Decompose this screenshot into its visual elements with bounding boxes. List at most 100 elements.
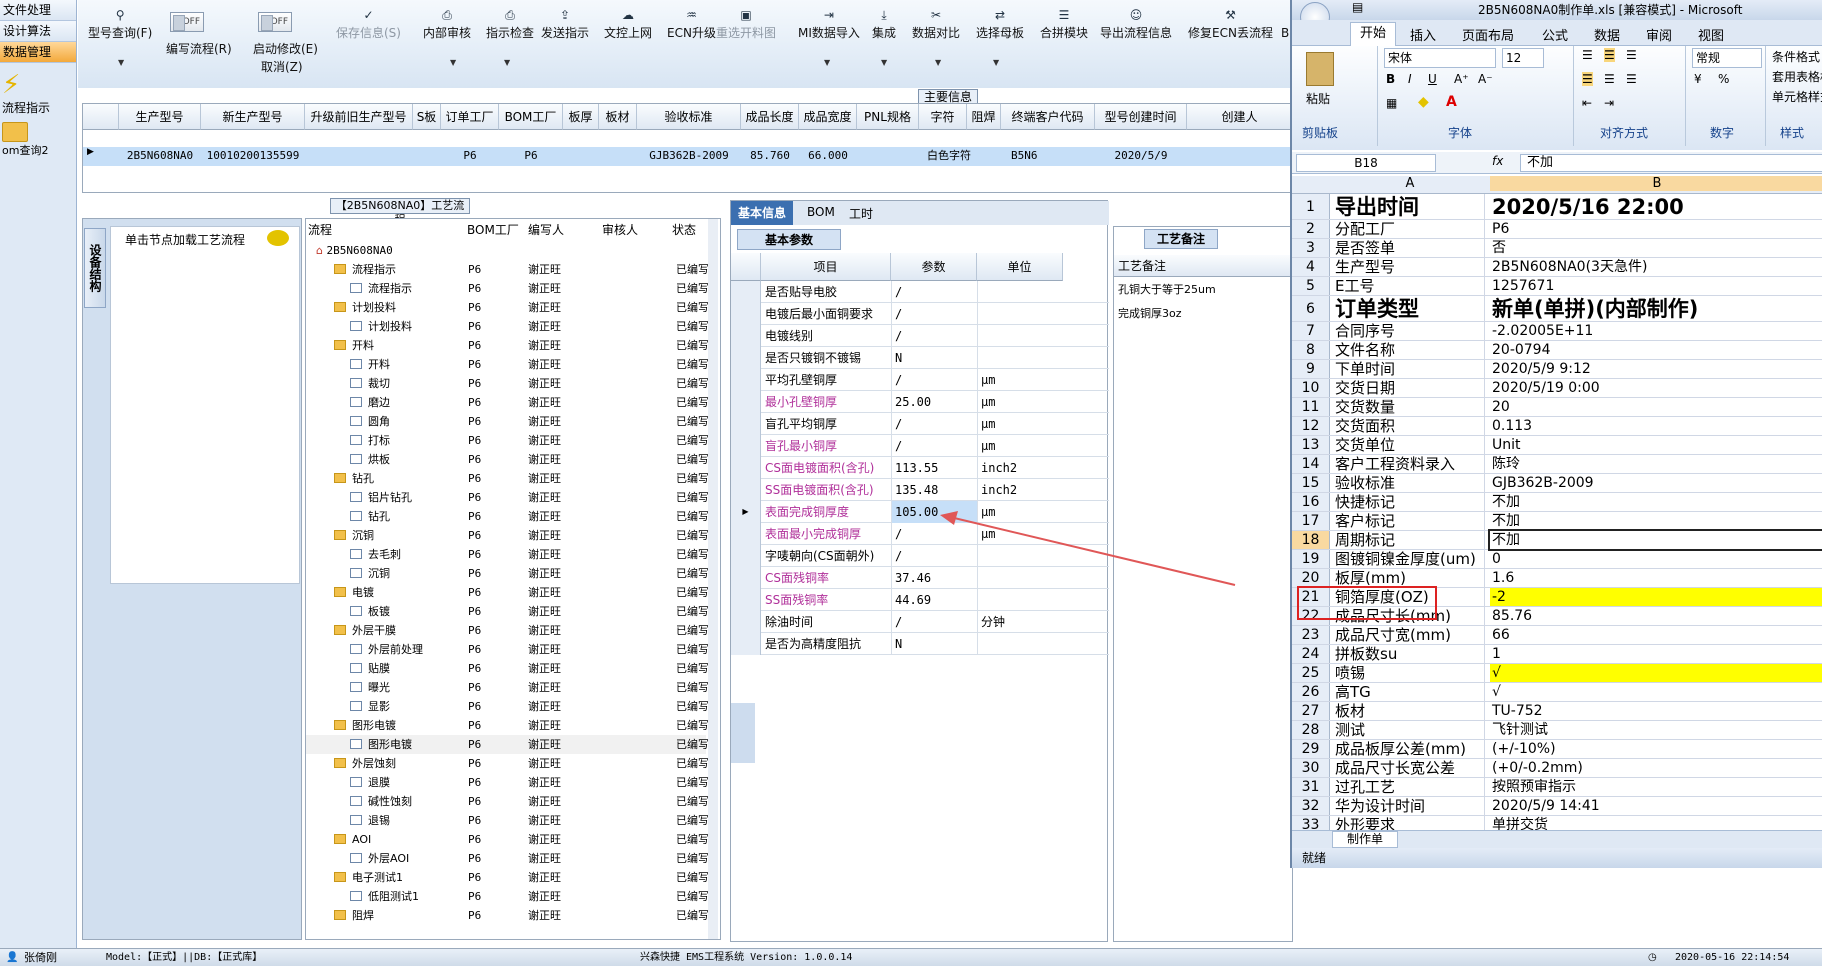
formula-input[interactable]: 不加 [1520,154,1822,172]
cancel-button[interactable]: 取消(Z) [261,58,303,75]
cell-a[interactable]: 测试 [1335,721,1485,739]
cell-b[interactable]: 新单(单拼)(内部制作) [1490,296,1822,321]
row-number[interactable]: 4 [1292,258,1330,276]
sheet-row[interactable]: 4 生产型号 2B5N608NA0(3天急件) [1292,258,1822,277]
grid-header[interactable]: 验收标准 [637,104,741,130]
integrate-button[interactable]: ⤓ 集成 [872,8,896,41]
tree-scrollbar[interactable] [708,219,718,939]
cell-create-time[interactable]: 2020/5/9 [1095,147,1187,165]
cell-b[interactable]: -2 [1490,588,1822,606]
cell-b[interactable]: TU-752 [1490,702,1822,720]
cell-b[interactable]: (+0/-0.2mm) [1490,759,1822,777]
sheet-row[interactable]: 26 高TG √ [1292,683,1822,702]
row-number[interactable]: 3 [1292,239,1330,257]
param-row[interactable]: 盲孔平均铜厚 / μm [731,413,1109,435]
cell-a[interactable]: 交货面积 [1335,417,1485,435]
param-row[interactable]: SS面电镀面积(含孔) 135.48 inch2 [731,479,1109,501]
cell-order-factory[interactable]: P6 [441,147,499,165]
cell-b[interactable]: 0.113 [1490,417,1822,435]
sheet-row[interactable]: 31 过孔工艺 按照预审指示 [1292,778,1822,797]
cell-a[interactable]: 外形要求 [1335,816,1485,830]
param-row[interactable]: 盲孔最小铜厚 / μm [731,435,1109,457]
cell-b[interactable]: 不加 [1490,512,1822,530]
row-number[interactable]: 26 [1292,683,1330,701]
sheet-row[interactable]: 16 快捷标记 不加 [1292,493,1822,512]
cell-length[interactable]: 85.760 [741,147,799,165]
row-number[interactable]: 30 [1292,759,1330,777]
param-value[interactable]: / [891,611,977,633]
align-center-icon[interactable]: ☰ [1604,72,1615,86]
tree-row[interactable]: 外层前处理 P6 谢正旺 已编写 [306,640,709,659]
tree-row[interactable]: 外层AOI P6 谢正旺 已编写 [306,849,709,868]
outdent-icon[interactable]: ⇥ [1604,96,1614,110]
cell-a[interactable]: 客户工程资料录入 [1335,455,1485,473]
merge-module-button[interactable]: ☰ 合拼模块 [1040,8,1088,41]
sheet-row[interactable]: 1 导出时间 2020/5/16 22:00 [1292,194,1822,220]
grid-header[interactable]: 新生产型号 [201,104,305,130]
sheet-row[interactable]: 12 交货面积 0.113 [1292,417,1822,436]
cell-a[interactable]: 合同序号 [1335,322,1485,340]
tree-row[interactable]: 曝光 P6 谢正旺 已编写 [306,678,709,697]
tree-row[interactable]: 裁切 P6 谢正旺 已编写 [306,374,709,393]
tree-row[interactable]: 图形电镀 P6 谢正旺 已编写 [306,735,709,754]
grid-header[interactable]: 成品长度 [741,104,799,130]
cell-b[interactable]: 1.6 [1490,569,1822,587]
nav-flow-indicator[interactable]: ⚡ 流程指示 [0,71,76,116]
row-number[interactable]: 19 [1292,550,1330,568]
cell-b[interactable]: 20 [1490,398,1822,416]
align-bottom-icon[interactable]: ☰ [1626,48,1637,62]
remarks-tab[interactable]: 工艺备注 [1144,229,1218,249]
underline-button[interactable]: U [1428,72,1437,86]
send-indicator-button[interactable]: ⇪ 发送指示 [541,8,589,41]
param-row[interactable]: CS面电镀面积(含孔) 113.55 inch2 [731,457,1109,479]
align-middle-icon[interactable]: ☰ [1604,48,1615,62]
sheet-row[interactable]: 25 喷锡 √ [1292,664,1822,683]
indent-icon[interactable]: ⇤ [1582,96,1592,110]
cell-a[interactable]: 分配工厂 [1335,220,1485,238]
chevron-down-icon[interactable]: ▼ [450,58,456,67]
cell-b[interactable]: 0 [1490,550,1822,568]
tree-row[interactable]: 铝片钻孔 P6 谢正旺 已编写 [306,488,709,507]
tree-row[interactable]: 板镀 P6 谢正旺 已编写 [306,602,709,621]
cell-a[interactable]: 过孔工艺 [1335,778,1485,796]
model-query-button[interactable]: ⚲ 型号查询(F) [88,8,152,41]
sheet-row[interactable]: 23 成品尺寸宽(mm) 66 [1292,626,1822,645]
tree-root[interactable]: ⌂ 2B5N608NA0 [316,241,393,260]
param-value[interactable]: 135.48 [891,479,977,501]
row-number[interactable]: 25 [1292,664,1330,682]
border-icon[interactable]: ▦ [1386,96,1397,110]
tree-row[interactable]: 外层蚀刻 P6 谢正旺 已编写 [306,754,709,773]
column-header-b[interactable]: B [1490,176,1822,191]
sheet-tab[interactable]: 制作单 [1332,831,1398,848]
cell-a[interactable]: 交货日期 [1335,379,1485,397]
grid-header[interactable]: 字符 [919,104,967,130]
grid-header[interactable]: 板厚 [563,104,599,130]
cell-a[interactable]: 导出时间 [1335,194,1485,219]
ribbon-tab-data[interactable]: 数据 [1594,25,1620,44]
tree-row[interactable]: 圆角 P6 谢正旺 已编写 [306,412,709,431]
fill-color-icon[interactable]: ◆ [1418,94,1429,110]
sheet-row[interactable]: 11 交货数量 20 [1292,398,1822,417]
row-number[interactable]: 18 [1292,531,1330,549]
sheet-row[interactable]: 8 文件名称 20-0794 [1292,341,1822,360]
table-row[interactable]: ▶ 2B5N608NA0 10010200135599 P6 P6 GJB362… [83,147,1291,166]
data-compare-button[interactable]: ✂ 数据对比 [912,8,960,41]
cell-a[interactable]: 华为设计时间 [1335,797,1485,815]
cell-b[interactable]: 陈玲 [1490,455,1822,473]
tab-bom[interactable]: BOM [807,205,835,219]
cell-a[interactable]: 板材 [1335,702,1485,720]
cell-b[interactable]: 否 [1490,239,1822,257]
row-number[interactable]: 27 [1292,702,1330,720]
tree-row[interactable]: 计划投料 P6 谢正旺 已编写 [306,298,709,317]
cell-b[interactable]: GJB362B-2009 [1490,474,1822,492]
cell-a[interactable]: 成品板厚公差(mm) [1335,740,1485,758]
sheet-row[interactable]: 33 外形要求 单拼交货 [1292,816,1822,830]
grid-header[interactable]: 订单工厂 [441,104,499,130]
cell-a[interactable]: 高TG [1335,683,1485,701]
reselect-cutting-button[interactable]: ▣ 重选开料图 [716,8,776,41]
tab-work-hours[interactable]: 工时 [849,205,873,222]
sheet-row[interactable]: 2 分配工厂 P6 [1292,220,1822,239]
cell-b[interactable]: 2020/5/16 22:00 [1490,194,1822,219]
chevron-down-icon[interactable]: ▼ [935,58,941,67]
row-number[interactable]: 2 [1292,220,1330,238]
